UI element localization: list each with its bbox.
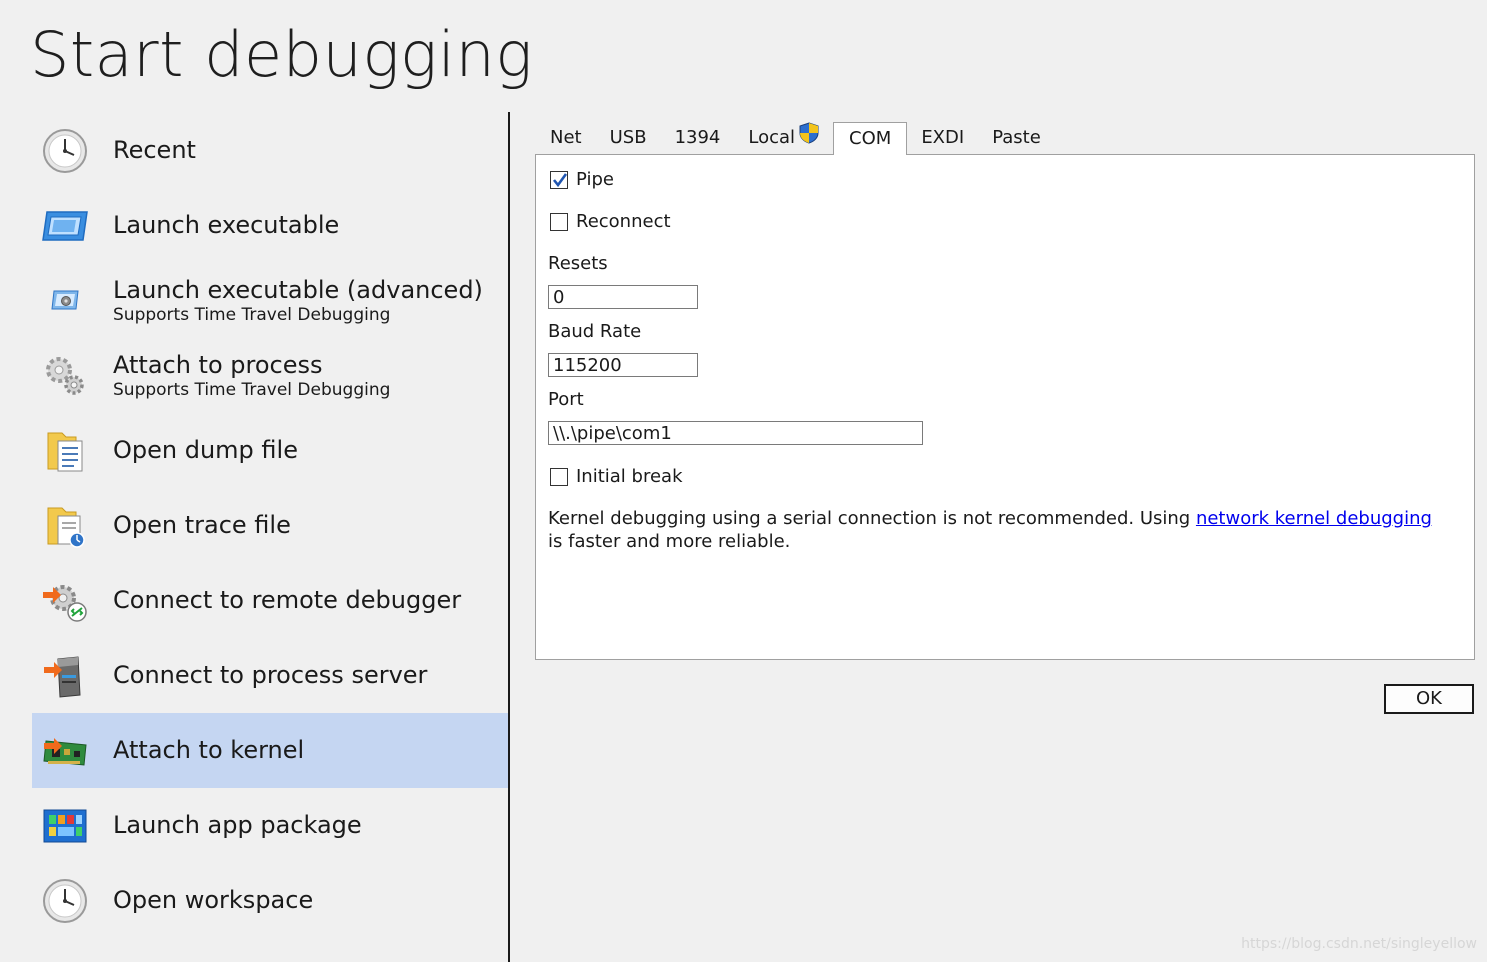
sidebar-item-connect-remote-debugger[interactable]: Connect to remote debugger (32, 563, 508, 638)
pipe-checkbox[interactable] (550, 170, 568, 189)
app-package-icon (40, 801, 90, 851)
sidebar-item-launch-app-package[interactable]: Launch app package (32, 788, 508, 863)
server-icon (40, 651, 90, 701)
network-kernel-debugging-link[interactable]: network kernel debugging (1196, 508, 1432, 529)
reconnect-label: Reconnect (576, 211, 671, 232)
tab-bar: Net USB 1394 Local COM EXDI Paste (536, 121, 1055, 155)
window-gear-icon (40, 276, 90, 326)
com-settings-panel: Pipe Reconnect Resets Baud Rate Port Ini… (535, 154, 1475, 660)
sidebar-item-label: Connect to remote debugger (113, 586, 462, 614)
folder-trace-icon (40, 501, 90, 551)
tab-usb[interactable]: USB (596, 122, 661, 154)
sidebar-item-label: Open workspace (113, 886, 314, 914)
initial-break-checkbox-row[interactable]: Initial break (550, 466, 683, 487)
baud-rate-label: Baud Rate (548, 321, 642, 342)
ok-button[interactable]: OK (1384, 684, 1474, 714)
tab-label: Paste (992, 127, 1041, 148)
sidebar: Recent Launch executable Launch executab… (32, 113, 508, 938)
tab-label: EXDI (921, 127, 965, 148)
pipe-checkbox-row[interactable]: Pipe (550, 169, 614, 190)
tab-local[interactable]: Local (734, 121, 833, 155)
sidebar-item-label: Attach to process (113, 351, 323, 379)
resets-input[interactable] (548, 285, 698, 309)
sidebar-item-launch-executable[interactable]: Launch executable (32, 188, 508, 263)
sidebar-item-open-trace-file[interactable]: Open trace file (32, 488, 508, 563)
remote-debugger-icon (40, 576, 90, 626)
sidebar-item-label: Launch executable (113, 211, 340, 239)
sidebar-item-connect-process-server[interactable]: Connect to process server (32, 638, 508, 713)
sidebar-item-label: Launch executable (advanced) (113, 276, 483, 304)
sidebar-item-open-dump-file[interactable]: Open dump file (32, 413, 508, 488)
sidebar-item-open-workspace[interactable]: Open workspace (32, 863, 508, 938)
tab-label: Local (748, 127, 796, 148)
port-label: Port (548, 389, 584, 410)
note-text: is faster and more reliable. (548, 531, 791, 552)
tab-com[interactable]: COM (833, 122, 908, 155)
tab-label: USB (609, 127, 647, 148)
sidebar-item-label: Recent (113, 136, 196, 164)
sidebar-item-label: Open trace file (113, 511, 291, 539)
serial-warning-note: Kernel debugging using a serial connecti… (548, 507, 1448, 553)
reconnect-checkbox[interactable] (550, 212, 568, 231)
sidebar-item-attach-to-process[interactable]: Attach to process Supports Time Travel D… (32, 338, 508, 413)
tab-exdi[interactable]: EXDI (907, 122, 978, 154)
gears-icon (40, 351, 90, 401)
resets-label: Resets (548, 253, 608, 274)
clock-icon (40, 876, 90, 926)
tab-label: COM (849, 128, 892, 149)
sidebar-item-label: Connect to process server (113, 661, 428, 689)
tab-label: Net (550, 127, 582, 148)
folder-document-icon (40, 426, 90, 476)
initial-break-checkbox[interactable] (550, 467, 568, 486)
uac-shield-icon (799, 121, 819, 155)
sidebar-item-label: Launch app package (113, 811, 362, 839)
clock-icon (40, 126, 90, 176)
initial-break-label: Initial break (576, 466, 683, 487)
sidebar-item-sublabel: Supports Time Travel Debugging (113, 305, 391, 325)
circuit-board-icon (40, 726, 90, 776)
note-text: Kernel debugging using a serial connecti… (548, 508, 1196, 529)
port-input[interactable] (548, 421, 923, 445)
sidebar-item-label: Open dump file (113, 436, 298, 464)
pipe-label: Pipe (576, 169, 614, 190)
baud-rate-input[interactable] (548, 353, 698, 377)
sidebar-item-attach-to-kernel[interactable]: Attach to kernel (32, 713, 508, 788)
watermark: https://blog.csdn.net/singleyellow (1241, 936, 1477, 952)
page-title: Start debugging (30, 18, 533, 91)
divider (508, 112, 510, 962)
tab-label: 1394 (674, 127, 721, 148)
tab-paste[interactable]: Paste (978, 122, 1055, 154)
sidebar-item-recent[interactable]: Recent (32, 113, 508, 188)
sidebar-item-sublabel: Supports Time Travel Debugging (113, 380, 391, 400)
sidebar-item-launch-executable-advanced[interactable]: Launch executable (advanced) Supports Ti… (32, 263, 508, 338)
tab-1394[interactable]: 1394 (661, 122, 735, 154)
tab-net[interactable]: Net (536, 122, 596, 154)
checkmark-icon (552, 172, 568, 187)
sidebar-item-label: Attach to kernel (113, 736, 305, 764)
window-icon (40, 201, 90, 251)
reconnect-checkbox-row[interactable]: Reconnect (550, 211, 671, 232)
